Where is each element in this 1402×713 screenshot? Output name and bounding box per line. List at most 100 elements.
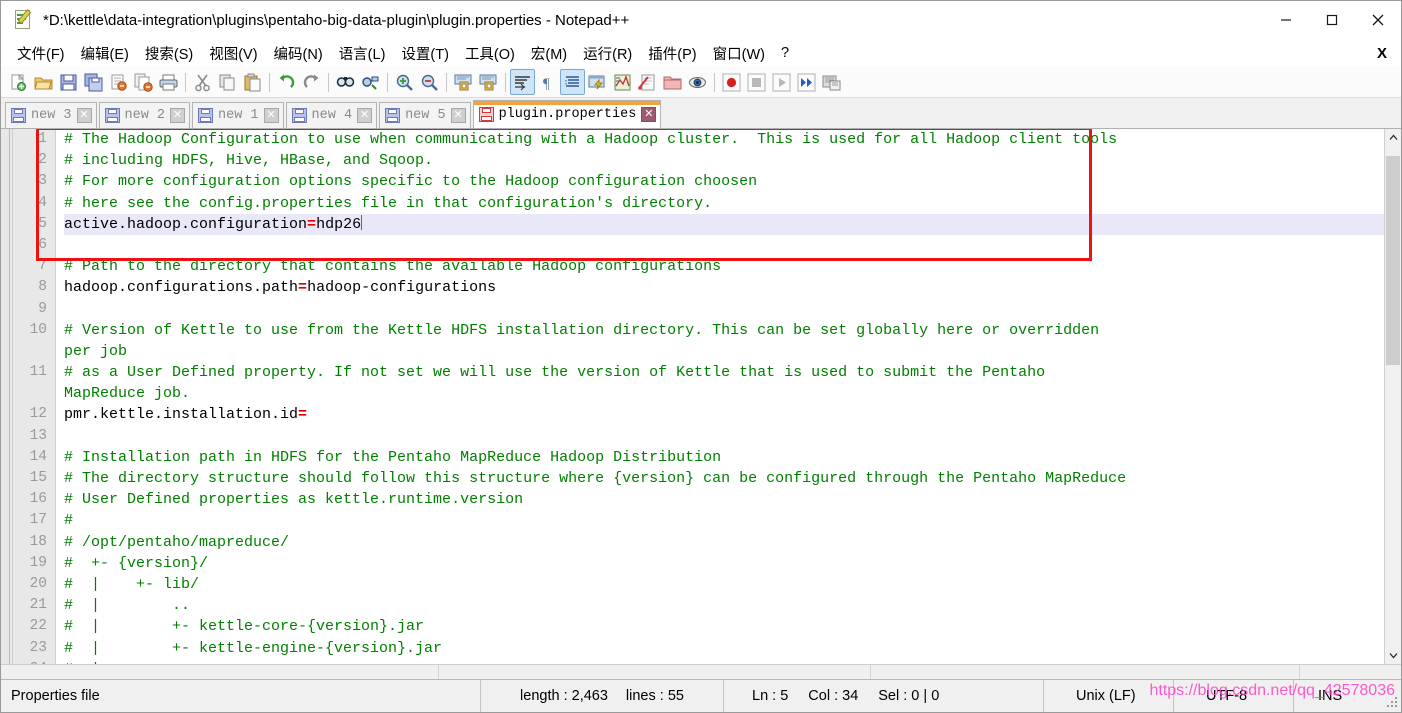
tab-plugin-properties[interactable]: plugin.properties ✕ <box>472 100 662 128</box>
menu-item-tools[interactable]: 工具(O) <box>457 41 523 66</box>
code-line: # For more configuration options specifi… <box>64 173 758 191</box>
vertical-scrollbar[interactable] <box>1384 129 1401 664</box>
new-file-icon[interactable] <box>6 69 31 95</box>
user-defined-language-icon[interactable] <box>585 69 610 95</box>
menu-item-language[interactable]: 语言(L) <box>331 41 394 66</box>
code-content[interactable]: # The Hadoop Configuration to use when c… <box>56 129 1401 664</box>
zoom-out-icon[interactable] <box>417 69 442 95</box>
notepadpp-window: *D:\kettle\data-integration\plugins\pent… <box>0 0 1402 713</box>
menu-item-search[interactable]: 搜索(S) <box>137 41 201 66</box>
menu-item-plugins[interactable]: 插件(P) <box>640 41 704 66</box>
property-key: pmr.kettle.installation.id <box>64 406 299 424</box>
minimize-button[interactable] <box>1263 1 1309 39</box>
close-document-button[interactable]: X <box>1371 45 1401 62</box>
toolbar-separator <box>714 72 715 92</box>
menu-item-run[interactable]: 运行(R) <box>575 41 640 66</box>
toolbar-separator <box>505 72 506 92</box>
tab-close-icon[interactable]: ✕ <box>170 108 186 123</box>
floppy-disk-icon <box>478 107 494 122</box>
sync-vertical-scroll-icon[interactable] <box>451 69 476 95</box>
close-button[interactable] <box>1355 1 1401 39</box>
floppy-disk-icon <box>385 108 401 123</box>
status-ln: Ln : 5 <box>752 688 789 704</box>
menu-item-help[interactable]: ? <box>773 43 797 63</box>
record-macro-icon[interactable] <box>719 69 744 95</box>
run-macro-multiple-icon[interactable] <box>794 69 819 95</box>
code-line: # including HDFS, Hive, HBase, and Sqoop… <box>64 152 434 170</box>
floppy-disk-icon <box>198 108 214 123</box>
tab-new-3[interactable]: new 3 ✕ <box>5 102 97 128</box>
code-line: # <box>64 512 74 530</box>
menu-item-edit[interactable]: 编辑(E) <box>73 41 137 66</box>
tab-new-1[interactable]: new 1 ✕ <box>192 102 284 128</box>
tab-close-icon[interactable]: ✕ <box>76 108 92 123</box>
tab-new-4[interactable]: new 4 ✕ <box>285 102 378 128</box>
close-all-files-icon[interactable] <box>131 69 156 95</box>
undo-icon[interactable] <box>274 69 299 95</box>
menu-item-encoding[interactable]: 编码(N) <box>266 41 331 66</box>
copy-icon[interactable] <box>215 69 240 95</box>
resize-grip-icon[interactable] <box>1386 697 1398 709</box>
indent-guide-icon[interactable] <box>560 69 585 95</box>
menu-item-macro[interactable]: 宏(M) <box>523 41 575 66</box>
sync-horizontal-scroll-icon[interactable] <box>476 69 501 95</box>
open-file-icon[interactable] <box>31 69 56 95</box>
zoom-in-icon[interactable] <box>392 69 417 95</box>
code-line-property: pmr.kettle.installation.id= <box>64 404 1401 425</box>
function-list-icon[interactable] <box>610 69 635 95</box>
maximize-button[interactable] <box>1309 1 1355 39</box>
property-value: hadoop-configurations <box>307 279 497 297</box>
tab-close-icon[interactable]: ✕ <box>263 108 279 123</box>
folder-as-workspace-icon[interactable] <box>660 69 685 95</box>
tab-new-2[interactable]: new 2 ✕ <box>98 102 191 128</box>
word-wrap-icon[interactable] <box>510 69 535 95</box>
status-lines: lines : 55 <box>625 688 684 704</box>
code-line: # Path to the directory that contains th… <box>64 258 722 276</box>
close-file-icon[interactable] <box>106 69 131 95</box>
cut-icon[interactable] <box>190 69 215 95</box>
replace-icon[interactable] <box>358 69 383 95</box>
menu-item-settings[interactable]: 设置(T) <box>393 41 457 66</box>
tab-close-icon[interactable]: ✕ <box>641 107 657 122</box>
show-all-characters-icon[interactable]: ¶ <box>535 69 560 95</box>
tab-bar: new 3 ✕ new 2 ✕ new 1 ✕ new 4 ✕ new 5 ✕ … <box>1 98 1401 128</box>
tab-close-icon[interactable]: ✕ <box>450 108 466 123</box>
status-col: Col : 34 <box>808 688 859 704</box>
notepad-plus-plus-icon <box>13 9 35 31</box>
save-all-icon[interactable] <box>81 69 106 95</box>
menu-item-view[interactable]: 视图(V) <box>201 41 265 66</box>
monitoring-icon[interactable] <box>685 69 710 95</box>
scroll-down-icon[interactable] <box>1385 647 1401 664</box>
code-line: # | +- lib/ <box>64 575 200 593</box>
play-macro-icon[interactable] <box>769 69 794 95</box>
menu-bar: 文件(F) 编辑(E) 搜索(S) 视图(V) 编码(N) 语言(L) 设置(T… <box>1 39 1401 67</box>
paste-icon[interactable] <box>240 69 265 95</box>
save-icon[interactable] <box>56 69 81 95</box>
redo-icon[interactable] <box>299 69 324 95</box>
code-line-active-property: active.hadoop.configuration=hdp26 <box>64 213 1401 235</box>
save-macro-icon[interactable] <box>819 69 844 95</box>
vertical-scrollbar-thumb[interactable] <box>1386 156 1400 365</box>
stop-macro-icon[interactable] <box>744 69 769 95</box>
toolbar-separator <box>446 72 447 92</box>
horizontal-scrollbar[interactable] <box>1 664 1401 679</box>
tab-close-icon[interactable]: ✕ <box>357 108 373 123</box>
code-line: # | +- kettle-engine-{version}.jar <box>64 639 443 657</box>
floppy-disk-icon <box>11 108 26 123</box>
tab-new-5[interactable]: new 5 ✕ <box>379 102 471 128</box>
code-line: # | .. <box>64 597 191 615</box>
status-caret-position: Ln : 5 Col : 34 Sel : 0 | 0 <box>724 680 1044 712</box>
line-number-gutter: 1 2 3 4 5 6 7 8 9 10 11 12 13 14 15 16 1… <box>1 129 56 664</box>
toolbar-separator <box>387 72 388 92</box>
print-icon[interactable] <box>156 69 181 95</box>
menu-item-file[interactable]: 文件(F) <box>9 41 73 66</box>
find-icon[interactable] <box>333 69 358 95</box>
editor-area: 1 2 3 4 5 6 7 8 9 10 11 12 13 14 15 16 1… <box>1 128 1401 664</box>
horizontal-scrollbar-thumb[interactable] <box>2 666 1382 677</box>
document-map-icon[interactable] <box>635 69 660 95</box>
scroll-up-icon[interactable] <box>1385 129 1401 146</box>
menu-item-window[interactable]: 窗口(W) <box>705 41 773 66</box>
toolbar-separator <box>328 72 329 92</box>
